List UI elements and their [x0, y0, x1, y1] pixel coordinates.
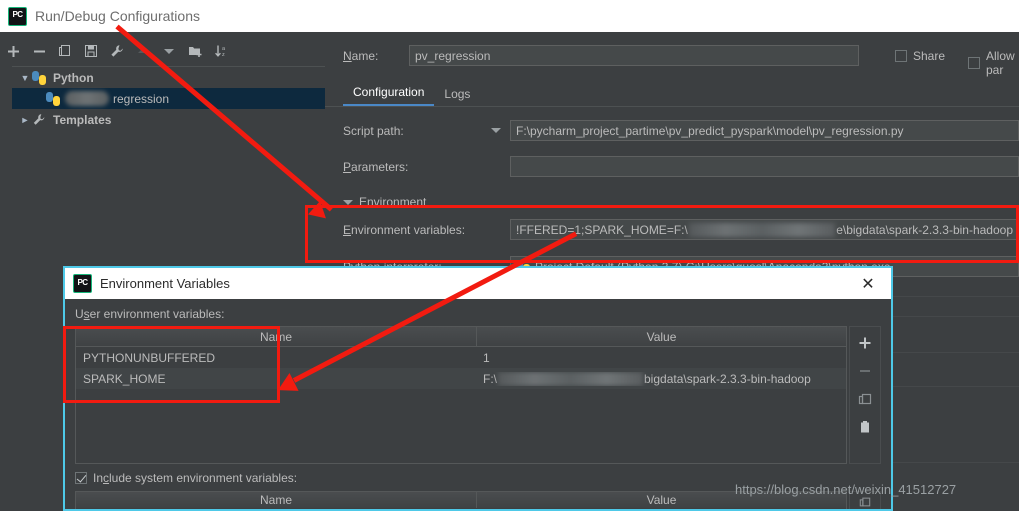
- new-folder-button[interactable]: [182, 39, 208, 63]
- allow-parallel-run-checkbox[interactable]: Allow par: [968, 49, 1019, 77]
- cell-value: F:\ bigdata\spark-2.3.3-bin-hadoop: [476, 372, 846, 386]
- remove-configuration-button[interactable]: [26, 39, 52, 63]
- script-path-row: Script path: F:\pycharm_project_partime\…: [343, 120, 1019, 142]
- pycharm-logo-icon: PC: [8, 7, 27, 26]
- user-env-vars-caption: User environment variables:: [75, 307, 224, 321]
- name-label: Name:: [343, 49, 378, 63]
- parameters-label: Parameters:: [343, 160, 408, 174]
- tree-node-templates-label: Templates: [53, 113, 111, 127]
- name-row: Name: pv_regression Share Allow par: [343, 45, 1019, 69]
- share-checkbox-box[interactable]: [895, 50, 907, 62]
- sort-alphabetically-button[interactable]: az: [208, 39, 234, 63]
- parameters-input[interactable]: [510, 156, 1019, 177]
- share-label: Share: [913, 49, 945, 63]
- tree-toolbar: az: [0, 38, 325, 64]
- table-side-buttons: [849, 326, 881, 464]
- annotation-rect-name-column: [63, 326, 280, 403]
- redacted-path-segment: [498, 372, 643, 386]
- system-table-header: Name Value: [76, 492, 846, 508]
- close-icon[interactable]: ✕: [853, 268, 883, 299]
- svg-text:z: z: [222, 52, 225, 58]
- cell-value-prefix: F:\: [483, 372, 497, 386]
- editor-tabs[interactable]: Configuration Logs: [343, 80, 480, 106]
- chevron-down-icon[interactable]: [491, 128, 501, 133]
- copy-configuration-button[interactable]: [52, 39, 78, 63]
- tree-node-regression[interactable]: regression: [12, 88, 325, 109]
- screenshot-root: PC Run/Debug Configurations: [0, 0, 1019, 511]
- window-title: Run/Debug Configurations: [35, 8, 200, 24]
- script-path-input[interactable]: F:\pycharm_project_partime\pv_predict_py…: [510, 120, 1019, 141]
- cell-value-suffix: bigdata\spark-2.3.3-bin-hadoop: [644, 372, 811, 386]
- share-checkbox[interactable]: Share: [895, 49, 945, 63]
- pycharm-logo-icon: PC: [73, 274, 92, 293]
- include-system-env-checkbox-box[interactable]: [75, 472, 87, 484]
- add-configuration-button[interactable]: [0, 39, 26, 63]
- dialog-logo-text: PC: [77, 279, 87, 287]
- wrench-icon: [32, 113, 47, 126]
- pycharm-logo-text: PC: [12, 11, 22, 19]
- tree-node-python-label: Python: [53, 71, 94, 85]
- save-configuration-button[interactable]: [78, 39, 104, 63]
- column-header-name[interactable]: Name: [76, 492, 477, 508]
- section-expand-icon[interactable]: [343, 200, 353, 205]
- dialog-title: Environment Variables: [100, 276, 230, 291]
- copy-variable-button[interactable]: [850, 385, 880, 413]
- python-icon: [46, 92, 60, 106]
- cell-value: 1: [476, 351, 846, 365]
- annotation-rect-env-variables: [305, 205, 1019, 263]
- include-system-env-checkbox[interactable]: Include system environment variables:: [75, 471, 297, 485]
- tab-logs[interactable]: Logs: [434, 87, 480, 106]
- add-variable-button[interactable]: [850, 329, 880, 357]
- edit-templates-wrench-icon[interactable]: [104, 39, 130, 63]
- expand-arrow-icon[interactable]: ▼: [18, 73, 32, 83]
- system-env-vars-table[interactable]: Name Value: [75, 491, 847, 509]
- paste-variable-button[interactable]: [850, 413, 880, 441]
- tree-node-templates[interactable]: ► Templates: [12, 109, 325, 130]
- script-path-label: Script path:: [343, 124, 404, 138]
- allow-parallel-run-checkbox-box[interactable]: [968, 57, 980, 69]
- tree-node-regression-label: regression: [113, 92, 169, 106]
- tab-configuration[interactable]: Configuration: [343, 85, 434, 106]
- remove-variable-button[interactable]: [850, 357, 880, 385]
- column-header-value[interactable]: Value: [477, 327, 846, 346]
- name-input[interactable]: pv_regression: [409, 45, 859, 66]
- window-titlebar: PC Run/Debug Configurations: [0, 0, 1019, 32]
- redacted-name-prefix: [65, 91, 109, 106]
- allow-parallel-run-label: Allow par: [986, 49, 1019, 77]
- parameters-row: Parameters:: [343, 156, 1019, 178]
- tab-divider: [325, 106, 1019, 107]
- watermark: https://blog.csdn.net/weixin_41512727: [735, 482, 956, 497]
- include-system-env-label: Include system environment variables:: [93, 471, 297, 485]
- python-icon: [32, 71, 46, 85]
- collapse-arrow-icon[interactable]: ►: [18, 115, 32, 125]
